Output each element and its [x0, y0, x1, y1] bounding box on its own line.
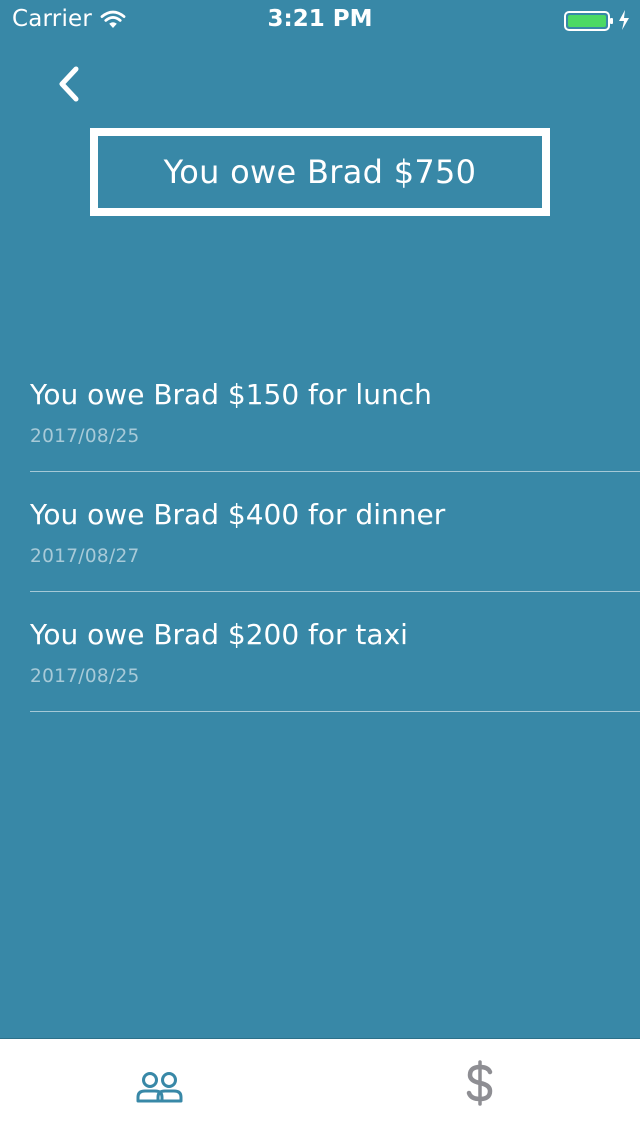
debt-list-item[interactable]: You owe Brad $200 for taxi 2017/08/25 [30, 592, 640, 712]
charging-icon [617, 9, 631, 31]
debt-list: You owe Brad $150 for lunch 2017/08/25 Y… [30, 352, 640, 712]
status-bar: Carrier 3:21 PM [0, 0, 640, 40]
clock: 3:21 PM [267, 6, 373, 32]
chevron-left-icon [59, 66, 79, 102]
debt-list-item[interactable]: You owe Brad $400 for dinner 2017/08/27 [30, 472, 640, 592]
debt-title: You owe Brad $200 for taxi [30, 618, 408, 651]
debt-date: 2017/08/27 [30, 546, 140, 567]
tab-bar [0, 1038, 640, 1136]
tab-money[interactable] [440, 1051, 520, 1121]
debt-title: You owe Brad $400 for dinner [30, 498, 446, 531]
dollar-icon [466, 1060, 493, 1106]
total-owed-label: You owe Brad $750 [163, 153, 477, 191]
total-owed-box: You owe Brad $750 [90, 128, 550, 216]
debt-title: You owe Brad $150 for lunch [30, 378, 432, 411]
debt-date: 2017/08/25 [30, 426, 140, 447]
battery-icon [564, 10, 614, 32]
debt-date: 2017/08/25 [30, 666, 140, 687]
back-button[interactable] [46, 60, 90, 104]
tab-people[interactable] [120, 1051, 200, 1121]
debt-list-item[interactable]: You owe Brad $150 for lunch 2017/08/25 [30, 352, 640, 472]
people-icon [136, 1072, 183, 1103]
